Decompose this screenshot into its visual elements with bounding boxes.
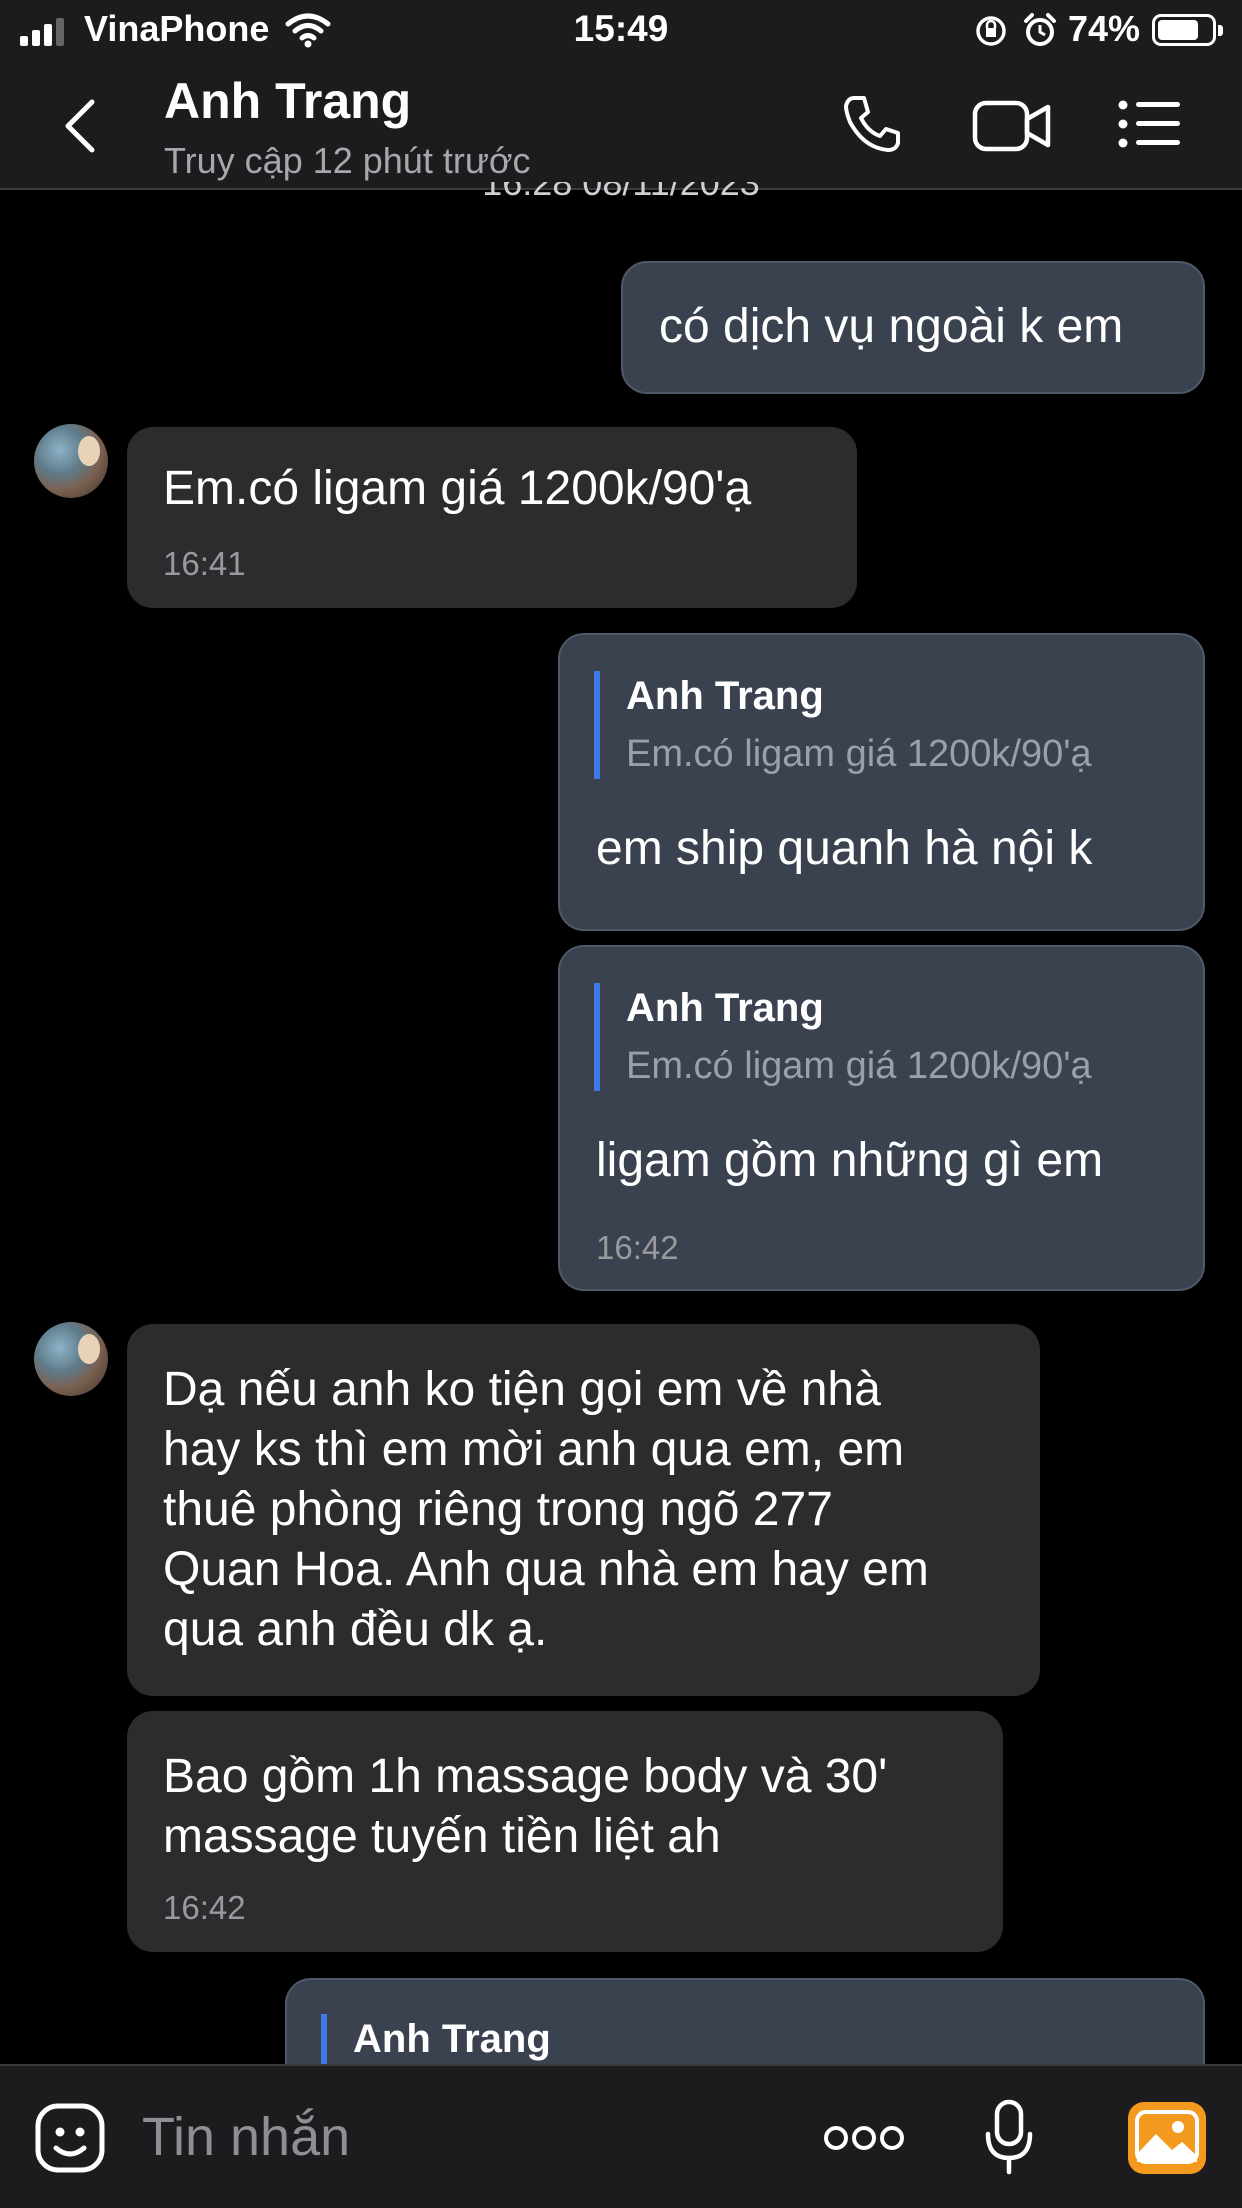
message-time: 16:42 [596, 1229, 679, 1266]
menu-icon[interactable] [1118, 100, 1182, 148]
avatar[interactable] [34, 424, 108, 498]
reply-quote[interactable]: Anh Trang Em.có ligam giá 1200k/90'ạ [594, 983, 1092, 1091]
message-line: hay ks thì em mời anh qua em, em [163, 1423, 905, 1476]
battery-icon [1152, 14, 1223, 46]
reply-quote[interactable]: Anh Trang [321, 2014, 551, 2064]
message-line: Bao gồm 1h massage body và 30' [163, 1750, 888, 1803]
back-icon[interactable] [60, 96, 100, 156]
contact-name[interactable]: Anh Trang [164, 72, 411, 130]
avatar[interactable] [34, 1322, 108, 1396]
quote-author: Anh Trang [626, 986, 824, 1030]
message-line: Dạ nếu anh ko tiện gọi em về nhà [163, 1363, 881, 1416]
phone-icon[interactable] [840, 92, 904, 156]
message-outgoing-reply[interactable]: Anh Trang Em.có ligam giá 1200k/90'ạ em … [558, 633, 1205, 931]
status-bar: VinaPhone 15:49 74% [0, 0, 1242, 62]
message-time: 16:41 [163, 545, 246, 582]
message-incoming[interactable]: Dạ nếu anh ko tiện gọi em về nhà hay ks … [127, 1324, 1040, 1696]
message-line: thuê phòng riêng trong ngõ 277 [163, 1483, 833, 1536]
message-text: em ship quanh hà nội k [596, 822, 1093, 875]
message-outgoing[interactable]: có dịch vụ ngoài k em [621, 261, 1205, 394]
chat-header: Anh Trang Truy cập 12 phút trước [0, 62, 1242, 190]
message-outgoing-reply[interactable]: Anh Trang Em.có ligam giá 1200k/90'ạ lig… [558, 945, 1205, 1291]
video-call-icon[interactable] [972, 98, 1052, 154]
message-composer: Tin nhắn [0, 2064, 1242, 2208]
message-text: có dịch vụ ngoài k em [659, 300, 1124, 353]
image-gallery-icon[interactable] [1128, 2102, 1206, 2174]
reply-quote[interactable]: Anh Trang Em.có ligam giá 1200k/90'ạ [594, 671, 1092, 779]
quote-author: Anh Trang [626, 674, 824, 718]
quote-author: Anh Trang [353, 2017, 551, 2061]
message-time: 16:42 [163, 1889, 246, 1926]
orientation-lock-icon [976, 16, 1006, 46]
message-text: ligam gồm những gì em [596, 1134, 1104, 1187]
message-text: Em.có ligam giá 1200k/90'ạ [163, 462, 752, 515]
message-input[interactable]: Tin nhắn [142, 2106, 350, 2168]
alarm-icon [1024, 13, 1056, 46]
quote-text: Em.có ligam giá 1200k/90'ạ [626, 733, 1092, 775]
message-incoming[interactable]: Em.có ligam giá 1200k/90'ạ 16:41 [127, 427, 857, 608]
message-line: qua anh đều dk ạ. [163, 1603, 548, 1656]
microphone-icon[interactable] [984, 2098, 1034, 2178]
battery-percent: 74% [1068, 8, 1141, 49]
quote-text: Em.có ligam giá 1200k/90'ạ [626, 1045, 1092, 1087]
more-icon[interactable] [822, 2122, 906, 2154]
message-line: Quan Hoa. Anh qua nhà em hay em [163, 1543, 929, 1596]
message-incoming[interactable]: Bao gồm 1h massage body và 30' massage t… [127, 1711, 1003, 1952]
message-line: massage tuyến tiền liệt ah [163, 1810, 721, 1863]
last-seen-status: Truy cập 12 phút trước [164, 140, 531, 181]
sticker-icon[interactable] [34, 2102, 108, 2176]
